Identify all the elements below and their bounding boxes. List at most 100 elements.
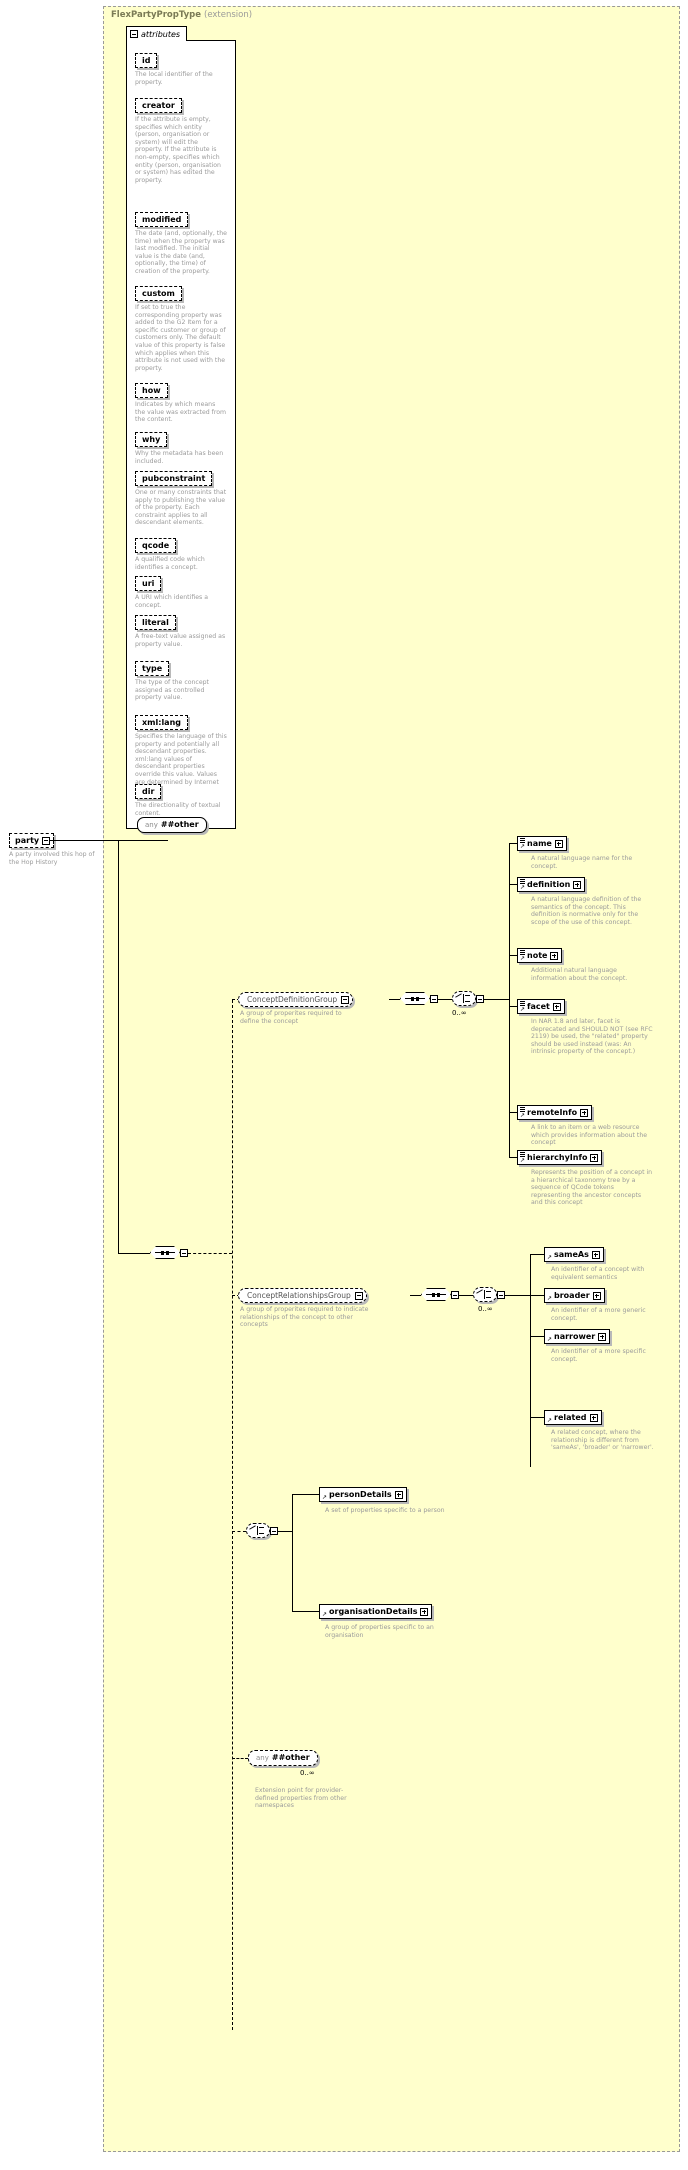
attribute-uri-chip[interactable]: uri bbox=[135, 576, 162, 591]
element-facet[interactable]: ↗ facet bbox=[517, 999, 565, 1014]
attribute-literal[interactable]: literal A free-text value assigned as pr… bbox=[135, 610, 227, 648]
attribute-modified[interactable]: modified The date (and, optionally, the … bbox=[135, 207, 227, 276]
main-sequence-compositor[interactable] bbox=[150, 1246, 180, 1259]
connector-to-sameas bbox=[530, 1254, 544, 1255]
element-sameas[interactable]: ↗ sameAs bbox=[544, 1247, 604, 1262]
any-attribute-wildcard[interactable]: any ##other bbox=[137, 817, 207, 833]
connector-cdg-to-sequence bbox=[389, 999, 400, 1000]
connector-cdg-branch-bus bbox=[509, 843, 510, 1157]
concept-definition-choice-branch-bottom bbox=[465, 1001, 470, 1002]
details-choice-collapse-icon[interactable] bbox=[270, 1527, 278, 1535]
connector-to-remoteinfo bbox=[509, 1112, 517, 1113]
element-broader-description: An identifier of a more generic concept. bbox=[551, 1307, 646, 1322]
attribute-qcode-chip[interactable]: qcode bbox=[135, 538, 177, 553]
attribute-type-chip[interactable]: type bbox=[135, 661, 170, 676]
concept-relationships-choice-branch-top bbox=[486, 1291, 491, 1292]
attribute-id[interactable]: id The local identifier of the property. bbox=[135, 48, 227, 86]
element-remoteinfo-expand-icon[interactable] bbox=[580, 1108, 589, 1117]
group-concept-relationships-collapse-icon[interactable] bbox=[354, 1291, 363, 1300]
attribute-uri[interactable]: uri A URI which identifies a concept. bbox=[135, 571, 227, 609]
connector-crg-choice-to-bus bbox=[505, 1295, 530, 1296]
attribute-creator-description: If the attribute is empty, specifies whi… bbox=[135, 116, 221, 184]
details-choice[interactable] bbox=[246, 1523, 270, 1538]
concept-relationships-choice[interactable] bbox=[473, 1287, 497, 1302]
element-broader[interactable]: ↗ broader bbox=[544, 1288, 605, 1303]
attributes-collapse-icon[interactable] bbox=[130, 30, 138, 38]
element-note-label: note bbox=[527, 951, 548, 960]
element-organisationdetails[interactable]: ↗ organisationDetails bbox=[319, 1604, 433, 1619]
element-broader-expand-icon[interactable] bbox=[592, 1291, 601, 1300]
concept-definition-choice-shape bbox=[452, 991, 476, 1006]
element-sameas-expand-icon[interactable] bbox=[591, 1250, 600, 1259]
element-note[interactable]: ↗ note bbox=[517, 948, 563, 963]
extension-type-name: FlexPartyPropType bbox=[111, 10, 202, 20]
element-definition-expand-icon[interactable] bbox=[573, 880, 582, 889]
element-narrower[interactable]: ↗ narrower bbox=[544, 1329, 611, 1344]
element-definition[interactable]: ↗ definition bbox=[517, 877, 586, 892]
main-sequence-collapse-icon[interactable] bbox=[180, 1249, 188, 1257]
element-persondetails-ref-icon: ↗ bbox=[322, 1494, 328, 1501]
attribute-type[interactable]: type The type of the concept assigned as… bbox=[135, 656, 227, 702]
concept-definition-sequence[interactable] bbox=[400, 992, 430, 1005]
attribute-creator[interactable]: creator If the attribute is empty, speci… bbox=[135, 93, 227, 184]
element-hierarchyinfo-expand-icon[interactable] bbox=[590, 1153, 599, 1162]
concept-relationships-sequence[interactable] bbox=[421, 1288, 451, 1301]
group-concept-definition[interactable]: ConceptDefinitionGroup bbox=[238, 992, 354, 1007]
concept-relationships-choice-collapse-icon[interactable] bbox=[497, 1291, 505, 1299]
element-persondetails[interactable]: ↗ personDetails bbox=[319, 1487, 407, 1502]
connector-party-vertical bbox=[118, 840, 119, 1253]
element-name[interactable]: ↗ name bbox=[517, 836, 567, 851]
concept-relationships-sequence-collapse-icon[interactable] bbox=[451, 1291, 459, 1299]
attribute-modified-chip[interactable]: modified bbox=[135, 212, 189, 227]
element-remoteinfo[interactable]: ↗ remoteInfo bbox=[517, 1105, 593, 1120]
attribute-custom-chip[interactable]: custom bbox=[135, 286, 182, 301]
attribute-creator-chip[interactable]: creator bbox=[135, 98, 182, 113]
connector-crg-sequence-to-choice bbox=[459, 1295, 473, 1296]
element-party-collapse-icon[interactable] bbox=[42, 836, 51, 845]
element-definition-ref-icon: ↗ bbox=[520, 884, 526, 891]
attribute-literal-chip[interactable]: literal bbox=[135, 615, 176, 630]
connector-to-hierarchyinfo bbox=[509, 1157, 517, 1158]
concept-definition-choice-collapse-icon[interactable] bbox=[476, 995, 484, 1003]
attribute-why-chip[interactable]: why bbox=[135, 432, 168, 447]
attribute-how[interactable]: how Indicates by which means the value w… bbox=[135, 378, 227, 424]
connector-to-any-element bbox=[232, 1758, 248, 1759]
attribute-pubconstraint[interactable]: pubconstraint One or many constraints th… bbox=[135, 466, 227, 527]
element-definition-label: definition bbox=[527, 880, 571, 889]
element-narrower-expand-icon[interactable] bbox=[598, 1332, 607, 1341]
attribute-dir[interactable]: dir The directionality of textual conten… bbox=[135, 779, 227, 817]
element-facet-expand-icon[interactable] bbox=[552, 1002, 561, 1011]
element-persondetails-expand-icon[interactable] bbox=[394, 1490, 403, 1499]
element-facet-type-icon bbox=[520, 1001, 525, 1006]
element-related-expand-icon[interactable] bbox=[589, 1413, 598, 1422]
any-element-description: Extension point for provider-defined pro… bbox=[255, 1787, 347, 1810]
any-element-wildcard[interactable]: any ##other bbox=[248, 1750, 318, 1766]
element-hierarchyinfo[interactable]: ↗ hierarchyInfo bbox=[517, 1150, 603, 1165]
group-concept-definition-description: A group of properites required to define… bbox=[240, 1010, 342, 1025]
attribute-qcode[interactable]: qcode A qualified code which identifies … bbox=[135, 533, 227, 571]
attributes-panel: attributes id The local identifier of th… bbox=[126, 26, 236, 833]
concept-definition-choice[interactable] bbox=[452, 991, 476, 1006]
attribute-qcode-description: A qualified code which identifies a conc… bbox=[135, 556, 205, 571]
attribute-dir-chip[interactable]: dir bbox=[135, 784, 162, 799]
concept-definition-sequence-collapse-icon[interactable] bbox=[430, 995, 438, 1003]
attribute-xml-lang-chip[interactable]: xml:lang bbox=[135, 715, 188, 730]
element-party[interactable]: party bbox=[9, 833, 55, 848]
attribute-how-chip[interactable]: how bbox=[135, 383, 168, 398]
element-related[interactable]: ↗ related bbox=[544, 1410, 602, 1425]
attribute-id-chip[interactable]: id bbox=[135, 53, 158, 68]
element-remoteinfo-ref-icon: ↗ bbox=[520, 1112, 526, 1119]
attribute-pubconstraint-chip[interactable]: pubconstraint bbox=[135, 471, 213, 486]
attribute-why[interactable]: why Why the metadata has been included. bbox=[135, 427, 227, 465]
element-organisationdetails-expand-icon[interactable] bbox=[420, 1607, 429, 1616]
concept-relationships-occurs: 0..∞ bbox=[478, 1305, 493, 1313]
attribute-custom[interactable]: custom If set to true the corresponding … bbox=[135, 281, 227, 372]
attributes-tab-label: attributes bbox=[141, 29, 181, 39]
element-note-expand-icon[interactable] bbox=[550, 951, 559, 960]
element-name-expand-icon[interactable] bbox=[554, 839, 563, 848]
details-choice-branch-bottom bbox=[259, 1533, 264, 1534]
group-concept-relationships[interactable]: ConceptRelationshipsGroup bbox=[238, 1288, 367, 1303]
element-sameas-label: sameAs bbox=[554, 1250, 589, 1259]
group-concept-definition-collapse-icon[interactable] bbox=[341, 995, 350, 1004]
attributes-tab[interactable]: attributes bbox=[126, 26, 188, 41]
